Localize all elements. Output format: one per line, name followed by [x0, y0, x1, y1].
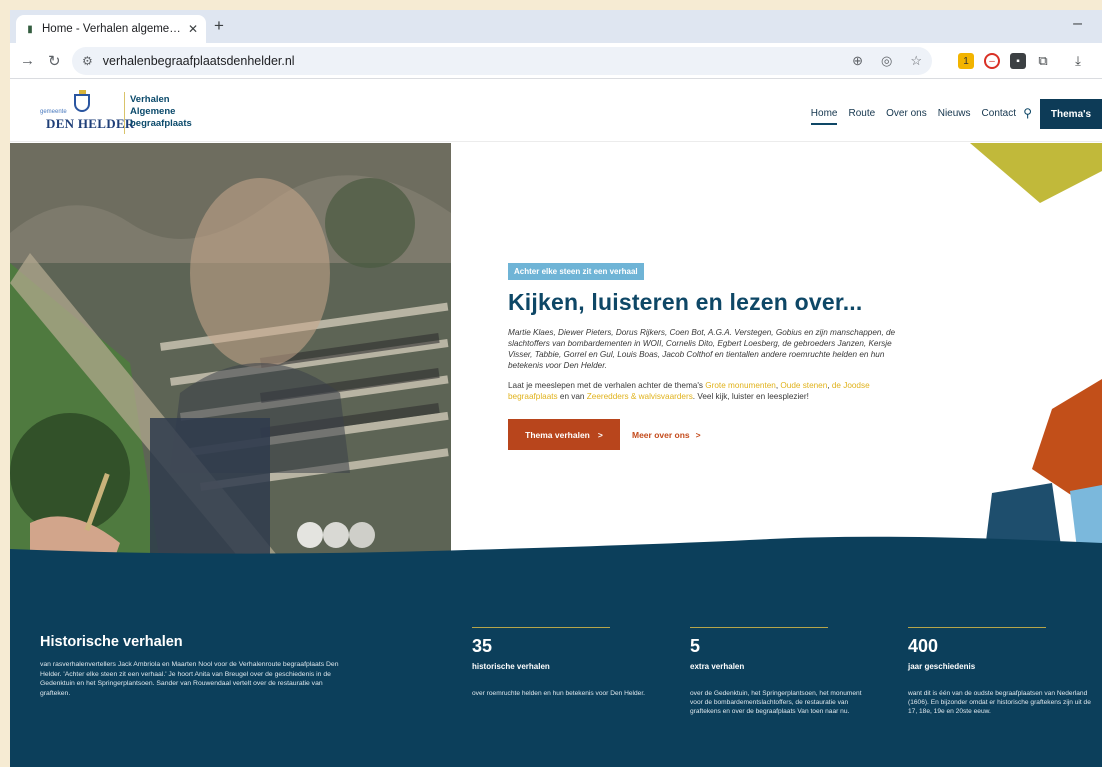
hero-text-block: Achter elke steen zit een verhaal Kijken…: [508, 261, 918, 450]
block-extension-icon[interactable]: –: [984, 53, 1000, 69]
favicon-icon: ▮: [27, 23, 33, 35]
stat-number: 35: [472, 636, 493, 656]
address-bar[interactable]: ⚙ verhalenbegraafplaatsdenhelder.nl ⊕ ◎ …: [72, 47, 932, 75]
url-text: verhalenbegraafplaatsdenhelder.nl: [102, 54, 295, 68]
puzzle-icon[interactable]: ⧉: [1035, 53, 1051, 69]
logo-small-text: gemeente: [40, 109, 67, 115]
themas-button[interactable]: Thema's: [1040, 99, 1102, 129]
meer-over-ons-link[interactable]: Meer over ons >: [632, 430, 701, 440]
link-label: Meer over ons: [632, 429, 690, 440]
orange-hexagon-graphic: [1032, 379, 1102, 499]
stats-intro-title: Historische verhalen: [40, 634, 183, 650]
stat-item: 35 historische verhalen over roemruchte …: [472, 627, 652, 698]
stat-description: over roemruchte helden en hun betekenis …: [472, 690, 646, 697]
hero-kicker-badge: Achter elke steen zit een verhaal: [508, 263, 644, 280]
close-icon[interactable]: ✕: [188, 22, 198, 36]
nav-over-ons[interactable]: Over ons: [886, 108, 927, 119]
zoom-icon[interactable]: ⊕: [852, 53, 863, 69]
hero-collage-image: [10, 143, 451, 571]
stat-divider: [908, 627, 1046, 628]
stat-description: want dit is één van de oudste begraafpla…: [908, 690, 1091, 715]
chevron-right-icon: >: [695, 429, 701, 440]
stat-item: 400 jaar geschiedenis want dit is één va…: [908, 627, 1094, 716]
cemetery-collage-graphic: [10, 143, 451, 571]
site-header: gemeente DEN HELDER Verhalen Algemene be…: [10, 80, 1102, 142]
wave-divider: [10, 536, 1102, 557]
brand-line-3: begraafplaats: [130, 118, 192, 129]
nav-route[interactable]: Route: [848, 108, 875, 119]
logo-text: DEN HELDER: [46, 116, 135, 131]
minimize-button[interactable]: –: [1073, 15, 1082, 33]
new-tab-button[interactable]: +: [214, 17, 224, 35]
link-zeeredders[interactable]: Zeeredders & walvisvaarders: [587, 392, 693, 401]
link-grote-monumenten[interactable]: Grote monumenten: [705, 381, 776, 390]
hero-buttons: Thema verhalen > Meer over ons >: [508, 419, 918, 450]
forward-icon[interactable]: →: [20, 52, 35, 69]
tab-title: Home - Verhalen algemene be: [42, 23, 182, 35]
tab-strip: ▮ Home - Verhalen algemene be ✕ + –: [10, 10, 1102, 43]
browser-tab[interactable]: ▮ Home - Verhalen algemene be ✕: [16, 15, 206, 43]
brand-line-1: Verhalen: [130, 94, 170, 105]
hero-section: Achter elke steen zit een verhaal Kijken…: [10, 143, 1102, 571]
nav-contact[interactable]: Contact: [982, 108, 1016, 119]
paragraph-text: Laat je meeslepen met de verhalen achter…: [508, 381, 706, 390]
button-label: Thema verhalen: [525, 429, 590, 440]
thema-verhalen-button[interactable]: Thema verhalen >: [508, 419, 620, 450]
hero-intro-paragraph: Martie Klaes, Diewer Pieters, Dorus Rijk…: [508, 328, 896, 370]
star-icon[interactable]: ☆: [910, 53, 922, 69]
stat-item: 5 extra verhalen over de Gedenktuin, het…: [690, 627, 870, 716]
stat-number: 5: [690, 636, 701, 656]
extension-badge-icon[interactable]: 1: [958, 53, 974, 69]
nav-nieuws[interactable]: Nieuws: [938, 108, 971, 119]
paragraph-text: en van: [557, 392, 587, 401]
hero-themes-paragraph: Laat je meeslepen met de verhalen achter…: [508, 380, 918, 402]
dark-extension-icon[interactable]: ▪: [1010, 53, 1026, 69]
crest-icon: [74, 90, 90, 112]
reload-icon[interactable]: ↻: [48, 52, 61, 70]
browser-window: ▮ Home - Verhalen algemene be ✕ + – → ↻ …: [10, 10, 1102, 767]
stat-label: extra verhalen: [690, 662, 745, 671]
stat-number: 400: [908, 636, 939, 656]
download-icon[interactable]: ⤓: [1070, 53, 1086, 69]
den-helder-logo[interactable]: gemeente DEN HELDER: [40, 90, 134, 134]
stat-label: historische verhalen: [472, 662, 550, 671]
search-icon[interactable]: ⚲: [1023, 106, 1032, 120]
stat-divider: [472, 627, 610, 628]
stats-intro-text: van rasverhalenvertellers Jack Ambriola …: [40, 661, 339, 697]
main-navigation: Home Route Over ons Nieuws Contact: [810, 108, 1016, 125]
stats-intro: Historische verhalen van rasverhalenvert…: [40, 634, 340, 698]
logo-divider: [124, 92, 125, 134]
brand-name[interactable]: Verhalen Algemene begraafplaats: [130, 94, 220, 130]
link-oude-stenen[interactable]: Oude stenen: [780, 381, 827, 390]
stat-description: over de Gedenktuin, het Springerplantsoe…: [690, 690, 862, 715]
stat-divider: [690, 627, 828, 628]
hero-title: Kijken, luisteren en lezen over...: [508, 289, 863, 315]
nav-home[interactable]: Home: [810, 108, 837, 125]
paragraph-text: . Veel kijk, luister en leesplezier!: [692, 392, 809, 401]
stat-label: jaar geschiedenis: [908, 662, 976, 671]
stats-section: Historische verhalen van rasverhalenvert…: [10, 536, 1102, 767]
chevron-right-icon: >: [597, 429, 603, 440]
eye-off-icon[interactable]: ◎: [881, 53, 892, 69]
browser-toolbar: → ↻ ⚙ verhalenbegraafplaatsdenhelder.nl …: [10, 43, 1102, 79]
site-info-icon[interactable]: ⚙: [82, 54, 93, 68]
brand-line-2: Algemene: [130, 106, 176, 117]
yellow-shape-graphic: [970, 143, 1102, 203]
